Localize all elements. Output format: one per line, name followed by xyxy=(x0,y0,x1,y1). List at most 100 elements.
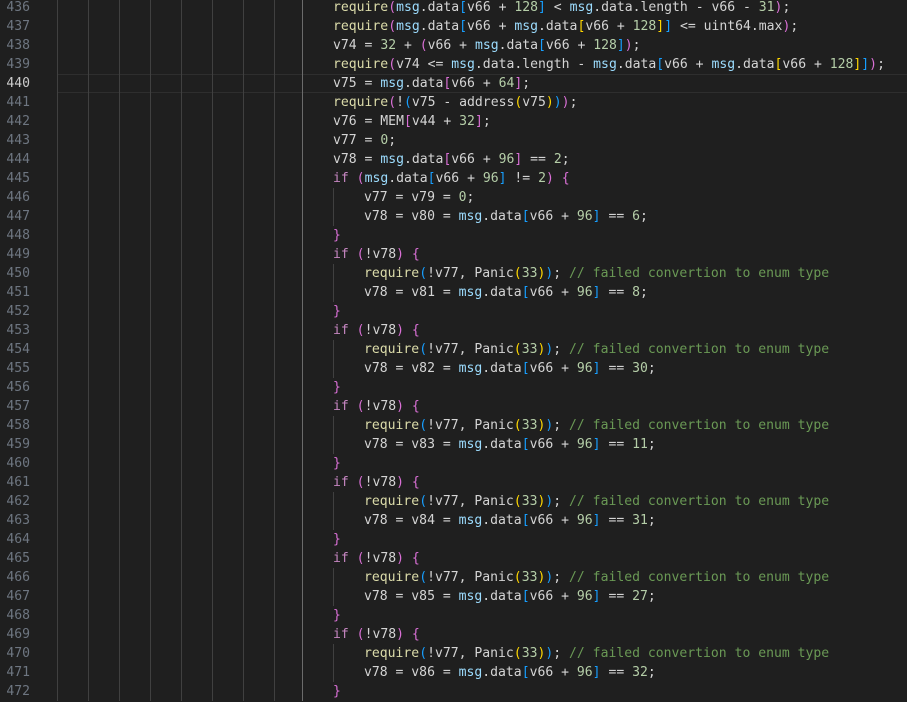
code-token: v78 = xyxy=(333,152,381,167)
code-line[interactable]: 443 v77 = 0; xyxy=(0,131,907,150)
code-line[interactable]: 454 require(!v77, Panic(33)); // failed c… xyxy=(0,340,907,359)
code-token: ) xyxy=(545,95,554,110)
line-number: 463 xyxy=(6,513,30,528)
code-line[interactable]: 453 if (!v78) { xyxy=(0,321,907,340)
indent-guide xyxy=(333,264,334,283)
indent-guide xyxy=(119,93,120,112)
line-number: 459 xyxy=(6,437,30,452)
indent-guide xyxy=(88,264,89,283)
code-line[interactable]: 459 v78 = v83 = msg.data[v66 + 96] == 11; xyxy=(0,435,907,454)
indent-guide xyxy=(88,302,89,321)
code-token: v66 + xyxy=(529,285,577,300)
indent-guide xyxy=(88,663,89,682)
code-token: msg xyxy=(396,19,420,34)
code-token: v75 = xyxy=(333,76,381,91)
code-line[interactable]: 464} xyxy=(0,530,907,549)
code-line[interactable]: 462 require(!v77, Panic(33)); // failed c… xyxy=(0,492,907,511)
code-token: ] xyxy=(592,513,601,528)
code-line[interactable]: 465 if (!v78) { xyxy=(0,549,907,568)
code-line[interactable]: 472} xyxy=(0,682,907,701)
indent-guide xyxy=(243,340,244,359)
indent-guide xyxy=(243,188,244,207)
code-token: ( xyxy=(356,627,365,642)
indent-guide xyxy=(243,131,244,150)
code-line[interactable]: 457 if (!v78) { xyxy=(0,397,907,416)
indent-guide xyxy=(243,283,244,302)
code-editor[interactable]: 436 require(msg.data[v66 + 128] < msg.dat… xyxy=(0,0,907,702)
code-line[interactable]: 438 v74 = 32 + (v66 + msg.data[v66 + 128]… xyxy=(0,36,907,55)
line-number: 455 xyxy=(6,361,30,376)
code-token: ; xyxy=(640,209,648,224)
code-token: 6 xyxy=(632,209,640,224)
indent-guide xyxy=(212,93,213,112)
code-line[interactable]: 449 if (!v78) { xyxy=(0,245,907,264)
indent-guide xyxy=(302,226,303,245)
code-line[interactable]: 469 if (!v78) { xyxy=(0,625,907,644)
code-token: v66 + xyxy=(467,19,515,34)
code-text: if (!v78) { xyxy=(333,321,420,340)
code-line[interactable]: 466 require(!v77, Panic(33)); // failed c… xyxy=(0,568,907,587)
indent-guide xyxy=(57,644,58,663)
indent-guide xyxy=(150,131,151,150)
code-line[interactable]: 444 v78 = msg.data[v66 + 96] == 2; xyxy=(0,150,907,169)
code-line[interactable]: 471 v78 = v86 = msg.data[v66 + 96] == 32; xyxy=(0,663,907,682)
code-token: v66 + xyxy=(451,76,499,91)
code-token: 96 xyxy=(576,589,593,604)
code-text: require(!v77, Panic(33)); // failed conv… xyxy=(364,568,829,587)
indent-guide xyxy=(181,378,182,397)
code-token: { xyxy=(561,171,570,186)
code-token: v74 <= xyxy=(396,57,452,72)
code-token: .data.length - v66 - xyxy=(593,0,759,15)
code-token: 32 xyxy=(380,38,397,53)
code-line[interactable]: 451 v78 = v81 = msg.data[v66 + 96] == 8; xyxy=(0,283,907,302)
indent-guide xyxy=(181,454,182,473)
code-token: v75 xyxy=(522,95,546,110)
indent-guide xyxy=(150,36,151,55)
code-line[interactable]: 463 v78 = v84 = msg.data[v66 + 96] == 31; xyxy=(0,511,907,530)
code-text: require(v74 <= msg.data.length - msg.dat… xyxy=(333,55,885,74)
code-token: { xyxy=(411,399,420,414)
code-token: ] xyxy=(474,114,483,129)
code-line[interactable]: 442 v76 = MEM[v44 + 32]; xyxy=(0,112,907,131)
code-token: 33 xyxy=(521,570,538,585)
code-line[interactable]: 448} xyxy=(0,226,907,245)
code-token: [ xyxy=(521,209,530,224)
code-line[interactable]: 470 require(!v77, Panic(33)); // failed c… xyxy=(0,644,907,663)
code-line[interactable]: 468} xyxy=(0,606,907,625)
code-line[interactable]: 441 require(!(v75 - address(v75))); xyxy=(0,93,907,112)
code-line[interactable]: 467 v78 = v85 = msg.data[v66 + 96] == 27; xyxy=(0,587,907,606)
code-line[interactable]: 447 v78 = v80 = msg.data[v66 + 96] == 6; xyxy=(0,207,907,226)
code-token: v74 = xyxy=(333,38,381,53)
code-token: ) xyxy=(396,399,404,414)
code-token: 33 xyxy=(521,342,538,357)
code-line[interactable]: 440 v75 = msg.data[v66 + 64]; xyxy=(0,74,907,93)
indent-guide xyxy=(302,112,303,131)
code-line[interactable]: 461 if (!v78) { xyxy=(0,473,907,492)
indent-guide xyxy=(243,378,244,397)
indent-guide xyxy=(119,226,120,245)
line-number: 449 xyxy=(6,247,30,262)
code-token: msg xyxy=(514,19,539,34)
code-text: v78 = v81 = msg.data[v66 + 96] == 8; xyxy=(364,283,648,302)
code-line[interactable]: 460} xyxy=(0,454,907,473)
code-token: msg xyxy=(380,152,404,167)
code-token: msg xyxy=(593,57,617,72)
code-line[interactable]: 452} xyxy=(0,302,907,321)
code-token: ; xyxy=(553,266,570,281)
code-line[interactable]: 458 require(!v77, Panic(33)); // failed c… xyxy=(0,416,907,435)
code-token: ; xyxy=(553,494,570,509)
code-text: require(!v77, Panic(33)); // failed conv… xyxy=(364,340,829,359)
indent-guide xyxy=(243,36,244,55)
code-line[interactable]: 455 v78 = v82 = msg.data[v66 + 96] == 30; xyxy=(0,359,907,378)
code-line[interactable]: 450 require(!v77, Panic(33)); // failed c… xyxy=(0,264,907,283)
indent-guide xyxy=(274,454,275,473)
code-line[interactable]: 456} xyxy=(0,378,907,397)
code-line[interactable]: 445 if (msg.data[v66 + 96] != 2) { xyxy=(0,169,907,188)
indent-guide xyxy=(212,0,213,17)
code-line[interactable]: 436 require(msg.data[v66 + 128] < msg.dat… xyxy=(0,0,907,17)
code-line[interactable]: 439 require(v74 <= msg.data.length - msg.… xyxy=(0,55,907,74)
code-line[interactable]: 446 v77 = v79 = 0; xyxy=(0,188,907,207)
code-line[interactable]: 437 require(msg.data[v66 + msg.data[v66 +… xyxy=(0,17,907,36)
code-text: if (msg.data[v66 + 96] != 2) { xyxy=(333,169,570,188)
